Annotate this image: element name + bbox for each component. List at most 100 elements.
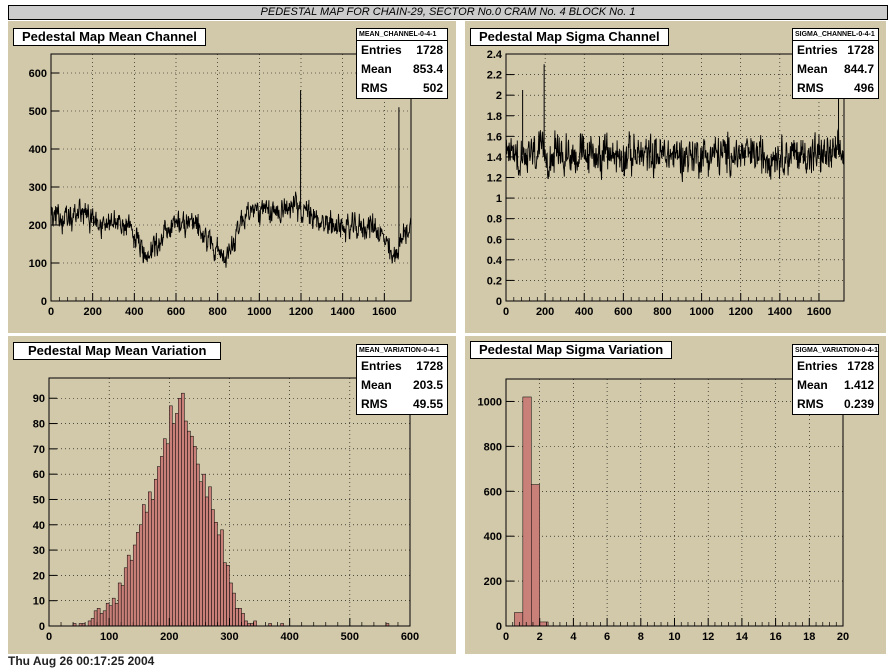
histogram-bar (102, 610, 107, 627)
chart-title: Pedestal Map Sigma Channel (470, 28, 669, 46)
stats-rms: 0.239 (843, 397, 874, 411)
histogram-bar (241, 613, 245, 627)
stats-rms-label: RMS (361, 81, 388, 95)
y-tick-label: 70 (33, 444, 45, 456)
pad-mean-variation: 0 100 200 300 400 500 600 0 10 20 30 40 50 60 70 80 90 P… (8, 336, 456, 654)
stats-mean-row: Mean 203.5 (357, 376, 447, 395)
x-tick-label: 100 (100, 631, 118, 643)
y-tick-label: 200 (29, 220, 47, 232)
stats-mean-label: Mean (797, 62, 828, 76)
stats-box: SIGMA_VARIATION-0-4-1 Entries 1728 Mean 1.… (792, 344, 879, 415)
stats-entries: 1728 (847, 359, 874, 373)
histogram-bar (181, 392, 185, 627)
stats-mean: 203.5 (412, 378, 443, 392)
stats-entries-row: Entries 1728 (793, 357, 878, 376)
stats-rms-row: RMS 0.239 (793, 395, 878, 414)
histogram-bar (522, 396, 532, 627)
histogram-bar (190, 435, 194, 627)
histogram-bar (205, 496, 209, 627)
y-tick-label: 0 (496, 296, 502, 308)
x-tick-label: 20 (837, 631, 849, 643)
histogram-bar (238, 608, 242, 627)
y-tick-label: 1 (496, 193, 502, 205)
y-tick-label: 0.8 (487, 214, 502, 226)
x-tick-label: 0 (46, 631, 52, 643)
x-tick-label: 0 (48, 306, 54, 318)
y-tick-label: 2.4 (487, 49, 503, 61)
chart-title: Pedestal Map Sigma Variation (470, 341, 673, 359)
y-tick-label: 30 (33, 545, 45, 557)
stats-name: MEAN_CHANNEL-0-4-1 (357, 29, 447, 41)
x-tick-label: 200 (160, 631, 178, 643)
x-tick-label: 4 (570, 631, 577, 643)
stats-entries: 1728 (416, 43, 443, 57)
stats-mean-label: Mean (797, 378, 828, 392)
stats-rms-row: RMS 49.55 (357, 395, 447, 414)
series-line (50, 191, 412, 268)
stats-rms: 502 (422, 81, 443, 95)
histogram-bar (87, 620, 92, 627)
stats-entries: 1728 (847, 43, 874, 57)
y-tick-label: 40 (33, 520, 45, 532)
histogram-bar (135, 532, 140, 627)
x-tick-label: 10 (668, 631, 680, 643)
y-tick-label: 200 (484, 576, 502, 588)
chart-title: Pedestal Map Mean Variation (13, 342, 222, 360)
x-tick-label: 0 (503, 306, 509, 318)
stats-entries-row: Entries 1728 (357, 357, 447, 376)
y-tick-label: 60 (33, 469, 45, 481)
histogram-bar (202, 473, 206, 627)
stats-mean: 1.412 (843, 378, 874, 392)
histogram-bar (235, 608, 239, 627)
stats-entries-label: Entries (361, 43, 402, 57)
stats-rms: 496 (853, 81, 874, 95)
x-tick-label: 1200 (289, 306, 313, 318)
stats-mean-label: Mean (361, 62, 392, 76)
x-tick-label: 1600 (372, 306, 396, 318)
stats-mean-label: Mean (361, 378, 392, 392)
x-tick-label: 200 (83, 306, 101, 318)
histogram-bar (217, 534, 221, 627)
histogram-bar (214, 521, 218, 627)
x-tick-label: 14 (736, 631, 749, 643)
histogram-bar (96, 608, 101, 627)
histogram-bar (154, 478, 158, 627)
plot-frame (505, 378, 844, 627)
histogram-bar (166, 443, 170, 627)
pad-sigma-variation: 0 2 4 6 8 10 12 14 16 18 20 0 200 400 600 800 1000 Pedes… (465, 336, 886, 654)
y-tick-label: 0 (39, 621, 45, 633)
stats-entries-row: Entries 1728 (357, 41, 447, 60)
histogram-bar (232, 592, 236, 627)
x-tick-label: 200 (536, 306, 554, 318)
histogram-bar (145, 511, 149, 627)
y-tick-label: 1.8 (487, 111, 502, 123)
stats-box: MEAN_VARIATION-0-4-1 Entries 1728 Mean 203… (356, 344, 448, 415)
histogram-bar (90, 618, 95, 627)
x-tick-label: 18 (803, 631, 815, 643)
histogram-bar (114, 602, 119, 627)
histogram-bar (126, 554, 131, 627)
histogram-bar (129, 559, 134, 627)
y-tick-label: 0.2 (487, 275, 502, 287)
histogram-bar (184, 420, 188, 627)
y-tick-label: 0.6 (487, 234, 502, 246)
y-tick-label: 600 (484, 486, 502, 498)
x-tick-label: 600 (167, 306, 185, 318)
stats-entries-label: Entries (361, 359, 402, 373)
pad-sigma-channel: 0 200 400 600 800 1000 1200 1400 1600 0 0.2 0.4 0.6 0… (465, 21, 886, 333)
histogram-bar (196, 463, 200, 627)
histogram-bar (139, 524, 143, 627)
histogram-bar (539, 621, 549, 627)
x-tick-label: 1400 (768, 306, 792, 318)
stats-rms-label: RMS (361, 397, 388, 411)
histogram-bar (163, 438, 167, 627)
x-tick-label: 400 (575, 306, 593, 318)
histogram-bar (211, 509, 215, 627)
x-tick-label: 1000 (689, 306, 713, 318)
y-tick-label: 0 (41, 296, 47, 308)
stats-rms-row: RMS 496 (793, 79, 878, 98)
histogram-bar (172, 423, 176, 627)
y-tick-label: 600 (29, 68, 47, 80)
stats-entries: 1728 (416, 359, 443, 373)
y-tick-label: 0 (496, 621, 502, 633)
